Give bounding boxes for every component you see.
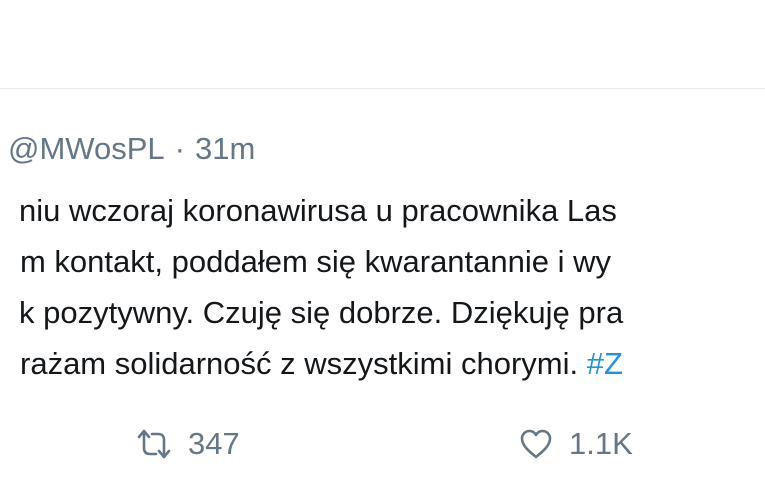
heart-icon — [519, 428, 553, 460]
tweet[interactable]: @MWosPL · 31m niu wczoraj koronawirusa u p… — [0, 89, 765, 496]
hashtag-link[interactable]: #Z — [587, 346, 623, 381]
user-handle[interactable]: @MWosPL — [8, 131, 165, 166]
like-count: 1.1K — [569, 426, 633, 461]
tweet-text-line-2: m kontakt, poddałem się kwarantannie i w… — [20, 244, 612, 279]
tweet-text-line-3: k pozytywny. Czuję się dobrze. Dziękuję … — [19, 295, 624, 330]
tweet-text-line: k pozytywny. Czuję się dobrze. Dziękuję … — [0, 287, 765, 338]
tweet-header: @MWosPL · 31m — [8, 131, 255, 167]
tweet-text-line: m kontakt, poddałem się kwarantannie i w… — [0, 236, 765, 287]
tweet-timestamp[interactable]: 31m — [195, 131, 255, 166]
screenshot-page: @MWosPL · 31m niu wczoraj koronawirusa u p… — [0, 0, 765, 496]
header-separator: · — [174, 131, 185, 166]
retweet-count: 347 — [188, 426, 240, 461]
tweet-text-line-4-text: rażam solidarność z wszystkimi chorymi. — [20, 346, 579, 381]
tweet-text-line-4: rażam solidarność z wszystkimi chorymi. … — [20, 338, 623, 389]
retweet-button[interactable]: 347 — [136, 419, 240, 469]
tweet-actions: 347 1.1K — [0, 419, 765, 469]
tweet-text-line-1: niu wczoraj koronawirusa u pracownika La… — [19, 193, 617, 228]
tweet-text-line: rażam solidarność z wszystkimi chorymi. … — [0, 338, 765, 389]
retweet-icon — [136, 426, 172, 462]
tweet-text-line: niu wczoraj koronawirusa u pracownika La… — [0, 185, 765, 236]
like-button[interactable]: 1.1K — [519, 419, 633, 469]
tweet-text: niu wczoraj koronawirusa u pracownika La… — [0, 185, 765, 389]
